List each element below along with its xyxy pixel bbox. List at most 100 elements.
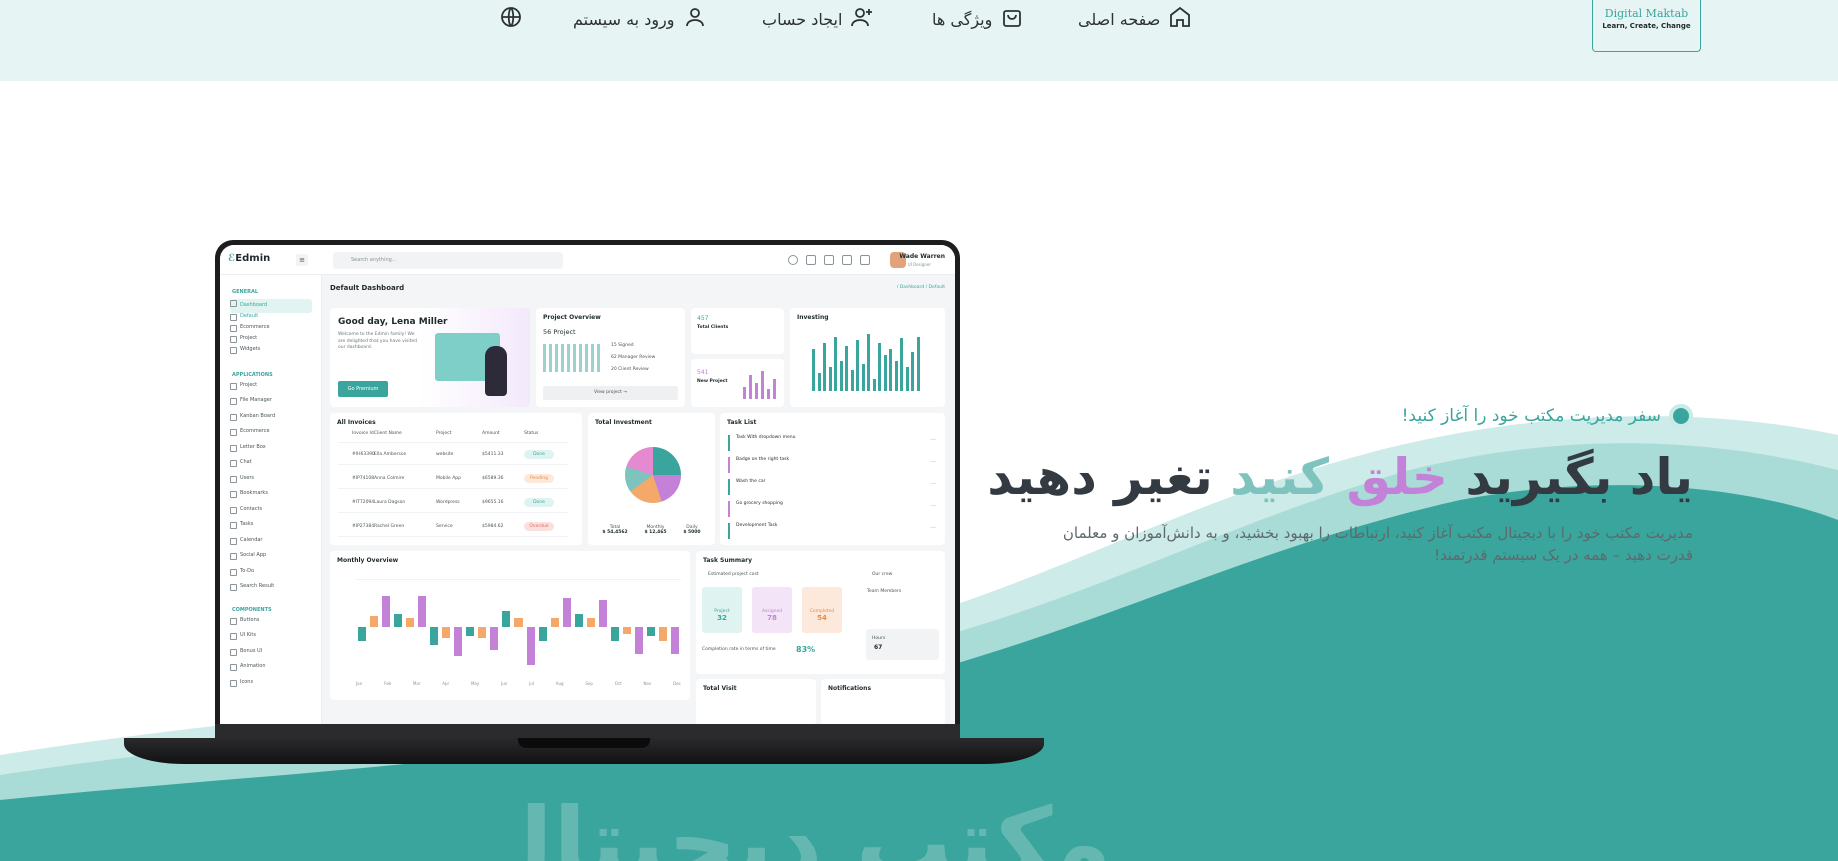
sidebar-section-applications: APPLICATIONS (232, 371, 273, 378)
investing-bar (867, 334, 870, 391)
investing-bar (911, 352, 914, 391)
task-menu-icon[interactable]: ··· (930, 459, 936, 466)
table-row: #IP27384 Rachel Green Service $5984.62 Overd… (338, 517, 568, 537)
tagline-text: سفر مدیریت مکتب خود را آغاز کنید! (1401, 406, 1661, 426)
status-badge: Done (524, 450, 554, 459)
table-cell: $9655.16 (482, 500, 504, 505)
investing-bar (900, 338, 903, 391)
sidebar-item[interactable]: Letter Box (230, 444, 321, 460)
nav-home-label: صفحه اصلی (1078, 9, 1161, 29)
investment-total: Total $ 54,4562 (602, 525, 627, 535)
hero-tagline: سفر مدیریت مکتب خود را آغاز کنید! (1013, 404, 1693, 428)
laptop-notch (518, 738, 650, 748)
monthly-bar (442, 627, 451, 639)
sidebar-item[interactable]: Chat (230, 459, 321, 475)
sidebar-item[interactable]: Project (230, 382, 321, 398)
monthly-bar (634, 627, 643, 654)
sidebar-item-widgets[interactable]: Widgets (230, 346, 321, 362)
status-badge: Done (524, 498, 554, 507)
team-members-label: Team Members (867, 589, 902, 594)
table-row: #IT72094 Laura Dagson Wordpress $9655.16 Don… (338, 493, 568, 513)
monthly-bar (430, 627, 439, 645)
task-menu-icon[interactable]: ··· (930, 525, 936, 532)
monthly-bar (478, 627, 487, 639)
task-item[interactable]: Go grocery shopping ··· (728, 501, 938, 517)
nav-features[interactable]: ویژگی ها (932, 4, 1024, 34)
view-project-button[interactable]: View project → (543, 386, 678, 400)
project-overview-card: Project Overview 56 Project 15 Signed 62… (536, 308, 685, 407)
investing-bar (850, 370, 854, 391)
monthly-bar (466, 627, 475, 636)
nav-signup[interactable]: ایجاد حساب (762, 4, 874, 34)
site-logo[interactable]: Digital Maktab Learn, Create, Change (1592, 0, 1701, 52)
task-menu-icon[interactable]: ··· (930, 503, 936, 510)
table-row: #IP74108 Anna Colmire Mobile App $6589.36 Pe… (338, 469, 568, 489)
sidebar-item[interactable]: File Manager (230, 397, 321, 413)
sidebar-item[interactable]: Animation (230, 663, 321, 679)
monthly-bar (586, 618, 595, 627)
star-icon[interactable] (824, 255, 834, 265)
go-premium-button[interactable]: Go Premium (338, 381, 388, 397)
investing-card: Investing (790, 308, 945, 407)
monthly-bar (418, 595, 427, 627)
task-item[interactable]: Badge on the right task ··· (728, 457, 938, 473)
invoice-header-cell: Project (436, 431, 452, 436)
monthly-bar (514, 618, 523, 627)
sidebar-item[interactable]: UI Kits (230, 632, 321, 648)
summary-tiles: Project 32 Assigned 78 Completed 54 (702, 587, 842, 633)
breadcrumb[interactable]: / Dashboard / Default (897, 285, 945, 290)
dashboard-search[interactable]: Search anything... (333, 252, 563, 269)
sidebar-item[interactable]: Kanban Board (230, 413, 321, 429)
moon-icon[interactable] (788, 255, 798, 265)
task-item[interactable]: Wash the car ··· (728, 479, 938, 495)
sidebar-item[interactable]: Buttons (230, 617, 321, 633)
task-list-title: Task List (727, 419, 757, 426)
table-cell: #IT72094 (352, 500, 375, 505)
headline-change: تغیر دهید (987, 448, 1214, 506)
new-project-value: 541 (697, 369, 709, 376)
status-badge: Overdue (524, 522, 554, 531)
sidebar-item[interactable]: Calendar (230, 537, 321, 553)
sidebar-item[interactable]: Ecommerce (230, 428, 321, 444)
new-project-card: 541 New Project (691, 359, 784, 407)
message-icon[interactable] (860, 255, 870, 265)
sidebar-item-default[interactable]: Default (230, 313, 321, 324)
completion-label: Completion rate in terms of time (702, 647, 776, 652)
task-menu-icon[interactable]: ··· (930, 437, 936, 444)
task-summary-card: Task Summary Estimated project cost Our … (696, 551, 945, 674)
investing-title: Investing (797, 314, 829, 321)
monthly-bar (526, 627, 535, 666)
menu-icon[interactable]: ≡ (296, 254, 308, 266)
sidebar-item[interactable]: Users (230, 475, 321, 491)
nav-login[interactable]: ورود به سیستم (573, 4, 707, 34)
monthly-bar (562, 597, 571, 627)
sidebar-item[interactable]: Social App (230, 552, 321, 568)
investment-total-amount: $ 5000 (683, 530, 701, 535)
language-button[interactable] (499, 4, 523, 34)
sidebar-item-dashboard[interactable]: Dashboard (230, 299, 312, 313)
investment-total: Daily $ 5000 (683, 525, 700, 535)
sidebar-item[interactable]: Bonus UI (230, 648, 321, 664)
nav-login-label: ورود به سیستم (573, 9, 675, 29)
sidebar-item[interactable]: To-Do (230, 568, 321, 584)
notification-icon[interactable] (806, 255, 816, 265)
summary-tile: Assigned 78 (752, 587, 792, 633)
sidebar-item[interactable]: Contacts (230, 506, 321, 522)
laptop-screen: ℰEdmin ≡ Search anything... Wade Warren … (215, 240, 960, 725)
sidebar-item[interactable]: Tasks (230, 521, 321, 537)
stat-manager: 62 Manager Review (611, 355, 656, 360)
task-item[interactable]: Development Task ··· (728, 523, 938, 539)
stat-client: 20 Client Review (611, 367, 649, 372)
sidebar-item[interactable]: Search Result (230, 583, 321, 599)
logo-title: Digital Maktab (1604, 7, 1689, 20)
sidebar-item[interactable]: Icons (230, 679, 321, 695)
dashboard-topbar: ℰEdmin ≡ Search anything... Wade Warren … (220, 245, 955, 275)
sidebar-item-ecommerce[interactable]: Ecommerce (230, 324, 321, 335)
sidebar-app-list: Project File Manager Kanban Board Ecommerce… (230, 382, 321, 599)
task-menu-icon[interactable]: ··· (930, 481, 936, 488)
nav-home[interactable]: صفحه اصلی (1078, 4, 1192, 34)
sidebar-item[interactable]: Bookmarks (230, 490, 321, 506)
task-item[interactable]: Task With dropdown menu ··· (728, 435, 938, 451)
sidebar-item-project[interactable]: Project (230, 335, 321, 346)
cart-icon[interactable] (842, 255, 852, 265)
